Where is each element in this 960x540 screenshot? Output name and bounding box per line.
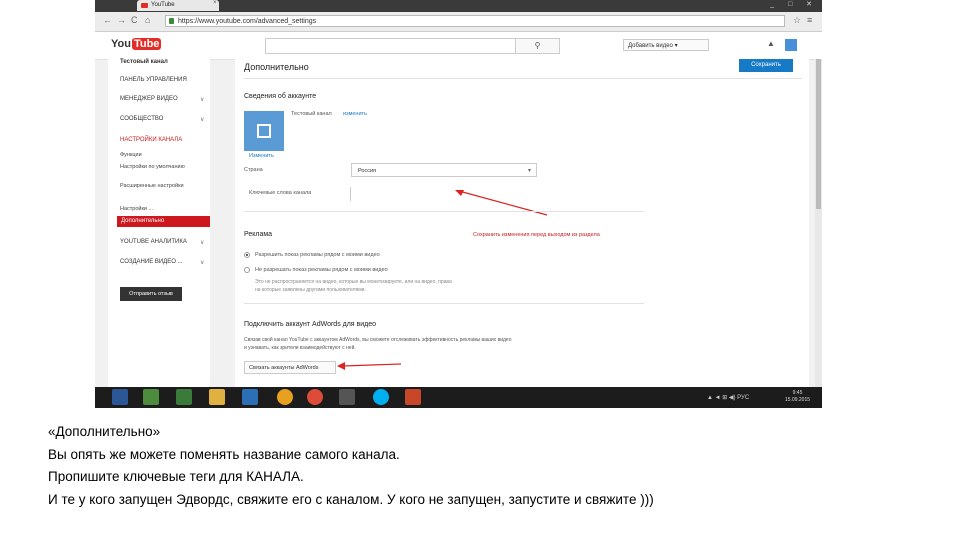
account-section-heading: Сведения об аккаунте — [244, 93, 317, 100]
sidebar-subitem-advanced[interactable]: Расширенные настройки — [120, 183, 184, 189]
greenshot-icon[interactable] — [143, 389, 159, 405]
url-input[interactable]: https://www.youtube.com/advanced_setting… — [165, 15, 785, 27]
sidebar-item-channel-settings[interactable]: НАСТРОЙКИ КАНАЛА — [120, 137, 182, 143]
page-title: Дополнительно — [244, 62, 309, 72]
back-button[interactable]: ← — [103, 15, 112, 25]
save-button[interactable]: Сохранить — [739, 59, 793, 72]
sidebar-channel-name[interactable]: Тестовый канал — [120, 59, 168, 65]
link-adwords-button[interactable]: Связать аккаунты AdWords — [244, 361, 336, 374]
sidebar-selected-label: Дополнительно — [121, 218, 165, 224]
caption-line: Вы опять же можете поменять название сам… — [48, 446, 400, 462]
caption-line: И те у кого запущен Эдвордс, свяжите его… — [48, 491, 654, 507]
chevron-down-icon[interactable]: ∨ — [200, 96, 204, 103]
sidebar-item-community[interactable]: СООБЩЕСТВО — [120, 116, 163, 122]
window-controls[interactable]: _ □ ✕ — [770, 0, 818, 8]
country-label: Страна — [244, 167, 263, 173]
account-name: Тестовый канал — [291, 111, 332, 117]
channel-icon-edit-link[interactable]: Изменить — [249, 153, 274, 159]
notifications-bell-icon[interactable]: ▲ — [767, 39, 775, 48]
adwords-description-line2: и узнавать, как зрители взаимодействуют … — [244, 345, 356, 351]
divider — [244, 78, 802, 79]
logo-tube: Tube — [131, 38, 162, 50]
keywords-input[interactable] — [350, 187, 351, 201]
tab-title: YouTube — [151, 2, 175, 8]
screenshot-frame: YouTube × _ □ ✕ ← → C ⌂ https://www.yout… — [95, 0, 822, 408]
word-icon[interactable] — [112, 389, 128, 405]
country-value: Россия — [358, 168, 377, 174]
slide-caption: «Дополнительно» Вы опять же можете помен… — [48, 421, 948, 511]
browser-menu-icon[interactable]: ≡ — [807, 15, 812, 25]
chevron-down-icon[interactable]: ∨ — [200, 259, 204, 266]
file-explorer-icon[interactable] — [209, 389, 225, 405]
chevron-down-icon: ▾ — [527, 168, 531, 174]
country-select[interactable]: Россия ▾ — [351, 163, 537, 177]
windows-taskbar: ▲ ◄ ⊞ ◀) РУС 9:45 15.09.2015 — [95, 387, 822, 408]
powerpoint-icon[interactable] — [405, 389, 421, 405]
sidebar-item-advanced-selected[interactable]: Дополнительно — [117, 216, 210, 227]
avatar[interactable] — [785, 39, 797, 51]
keywords-label: Ключевые слова канала — [249, 190, 312, 196]
url-text: https://www.youtube.com/advanced_setting… — [178, 18, 317, 25]
calculator-icon[interactable] — [176, 389, 192, 405]
divider — [244, 211, 644, 212]
sidebar-item-analytics[interactable]: YOUTUBE АНАЛИТИКА — [120, 239, 187, 245]
app-icon[interactable] — [242, 389, 258, 405]
sidebar-item-video-manager[interactable]: МЕНЕДЖЕР ВИДЕО — [120, 96, 178, 102]
scrollbar-thumb[interactable] — [816, 59, 821, 209]
sidebar-item-create[interactable]: СОЗДАНИЕ ВИДЕО ... — [120, 259, 183, 265]
browser-tab-bar: YouTube × _ □ ✕ — [95, 0, 822, 12]
clock-time: 9:45 — [792, 390, 803, 396]
account-edit-link[interactable]: изменить — [343, 111, 367, 117]
inkscape-icon[interactable] — [339, 389, 355, 405]
search-icon: ⚲ — [534, 41, 541, 50]
sidebar: Тестовый канал ПАНЕЛЬ УПРАВЛЕНИЯ МЕНЕДЖЕ… — [108, 59, 210, 387]
page-scrollbar[interactable] — [815, 59, 822, 387]
allow-ads-label[interactable]: Разрешить показ рекламы рядом с моими ви… — [255, 252, 380, 258]
send-feedback-button[interactable]: Отправить отзыв — [120, 287, 182, 301]
disallow-ads-label[interactable]: Не разрешать показ рекламы рядом с моими… — [255, 267, 388, 273]
annotation-arrow-adwords — [337, 362, 402, 370]
system-tray[interactable]: ▲ ◄ ⊞ ◀) РУС — [707, 394, 749, 401]
ads-description-line2: на которые заявлены другими пользователя… — [255, 287, 366, 293]
adwords-description-line1: Связав свой канал YouTube с аккаунтом Ad… — [244, 337, 512, 343]
youtube-header: You Tube ⚲ Добавить видео ▾ ▲ — [95, 32, 822, 60]
youtube-logo[interactable]: You Tube — [111, 38, 162, 52]
adwords-section-heading: Подключить аккаунт AdWords для видео — [244, 321, 377, 328]
ads-description-line1: Это не распространяется на видео, которы… — [255, 279, 452, 285]
bookmark-star-icon[interactable]: ☆ — [793, 15, 801, 26]
allow-ads-radio[interactable] — [244, 252, 250, 258]
sidebar-item-dashboard[interactable]: ПАНЕЛЬ УПРАВЛЕНИЯ — [120, 77, 187, 83]
browser-tab[interactable]: YouTube — [137, 0, 219, 11]
main-panel: Дополнительно Сохранить Сведения об акка… — [235, 59, 809, 387]
home-button[interactable]: ⌂ — [145, 15, 150, 25]
chrome-icon[interactable] — [307, 389, 323, 405]
upload-video-button[interactable]: Добавить видео ▾ — [623, 39, 709, 51]
close-tab-icon[interactable]: × — [213, 0, 217, 6]
divider — [244, 303, 644, 304]
lock-icon — [169, 18, 174, 24]
disallow-ads-radio[interactable] — [244, 267, 250, 273]
search-button[interactable]: ⚲ — [515, 38, 560, 54]
skype-icon[interactable] — [373, 389, 389, 405]
clock[interactable]: 9:45 15.09.2015 — [785, 390, 810, 404]
channel-icon[interactable] — [244, 111, 284, 151]
forward-button[interactable]: → — [117, 15, 126, 25]
chevron-down-icon[interactable]: ∨ — [200, 116, 204, 123]
clock-date: 15.09.2015 — [785, 397, 811, 403]
youtube-favicon-icon — [141, 3, 148, 8]
annotation-arrow-keywords — [455, 190, 548, 216]
reload-button[interactable]: C — [131, 15, 138, 25]
ads-section-heading: Реклама — [244, 231, 273, 238]
sidebar-subitem-more[interactable]: Настройки ... — [120, 206, 153, 212]
ads-warning-note: Сохранить изменения перед выходом из раз… — [473, 232, 600, 238]
sidebar-subitem-features[interactable]: Функции — [120, 152, 142, 158]
avast-icon[interactable] — [277, 389, 293, 405]
chevron-down-icon[interactable]: ∨ — [200, 239, 204, 246]
caption-line: «Дополнительно» — [48, 424, 161, 439]
search-input[interactable] — [265, 38, 517, 54]
address-bar-row: ← → C ⌂ https://www.youtube.com/advanced… — [95, 12, 822, 32]
sidebar-subitem-defaults[interactable]: Настройки по умолчанию — [120, 164, 185, 170]
caption-line: Пропишите ключевые теги для КАНАЛА. — [48, 469, 304, 484]
logo-you: You — [111, 38, 131, 50]
